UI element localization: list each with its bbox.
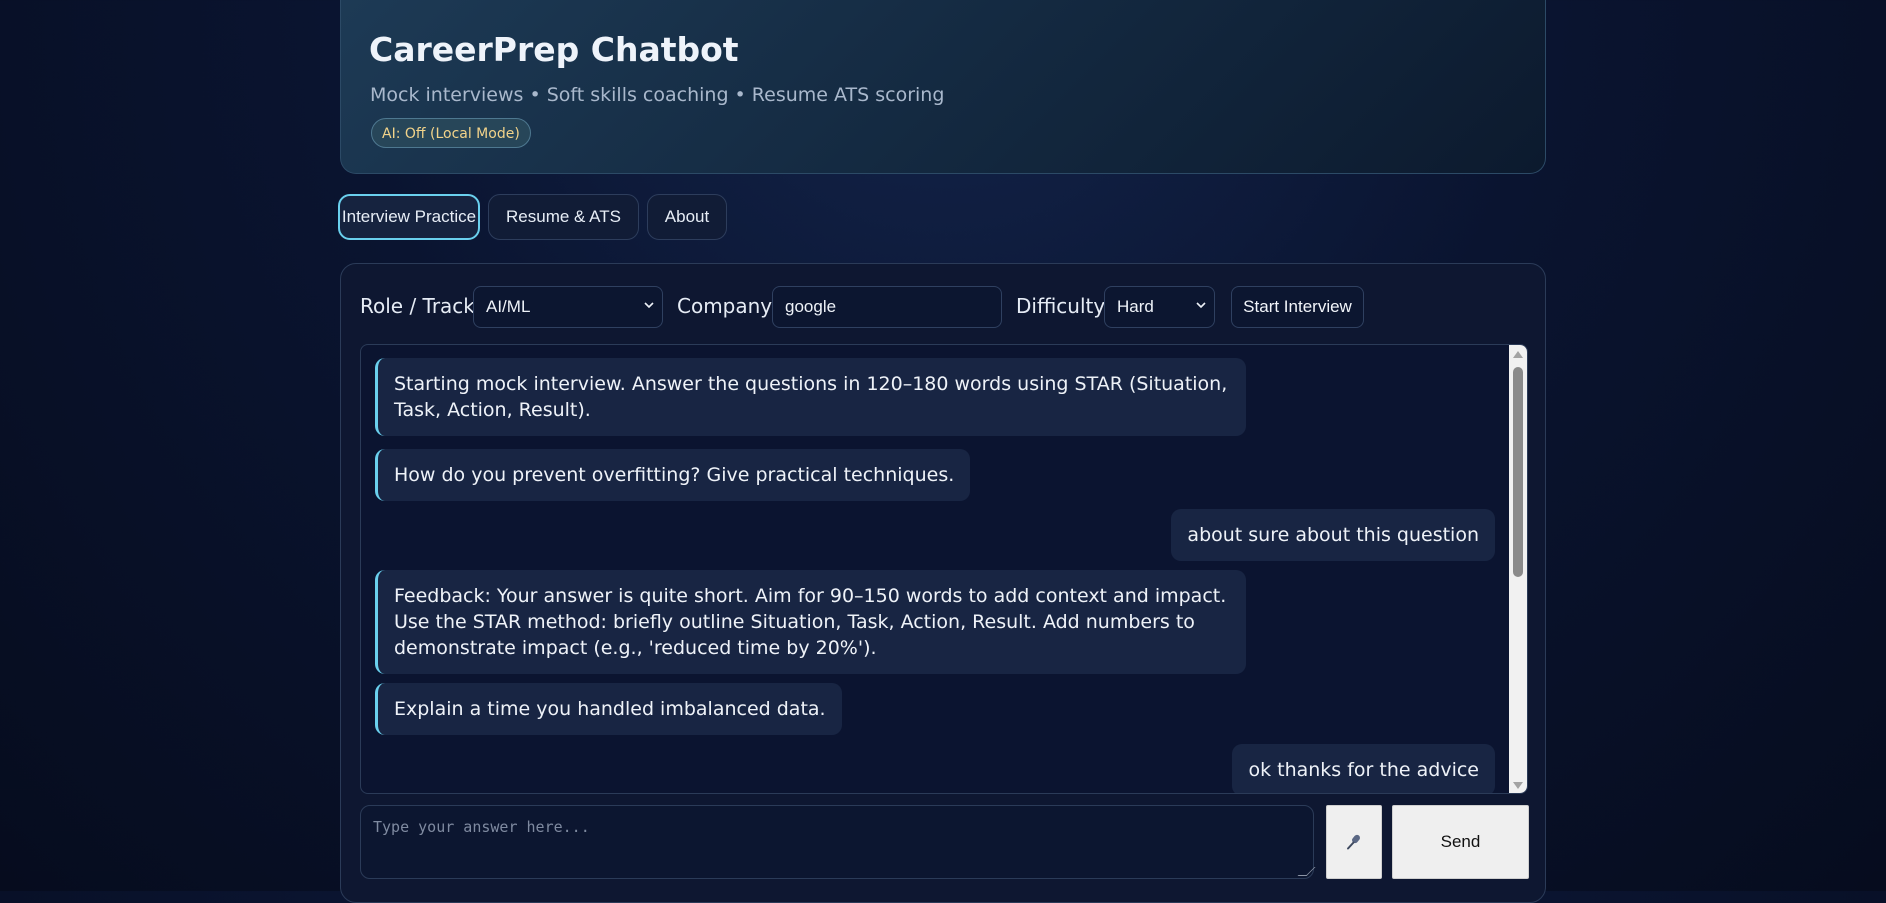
- send-button[interactable]: Send: [1392, 805, 1529, 879]
- mic-button[interactable]: [1326, 805, 1382, 879]
- company-input[interactable]: google: [772, 286, 1002, 328]
- microphone-icon: [1347, 834, 1360, 850]
- scrollbar-thumb[interactable]: [1513, 367, 1523, 577]
- ai-status-badge: AI: Off (Local Mode): [371, 118, 531, 148]
- tab-resume-ats[interactable]: Resume & ATS: [488, 194, 639, 240]
- difficulty-select[interactable]: Hard: [1104, 286, 1215, 328]
- app-subtitle: Mock interviews • Soft skills coaching •…: [370, 84, 945, 106]
- chevron-down-icon: [1196, 302, 1206, 309]
- difficulty-select-value: Hard: [1117, 297, 1154, 316]
- role-label: Role / Track:: [360, 294, 482, 318]
- role-select-value: AI/ML: [486, 297, 531, 316]
- chat-message-bot: Feedback: Your answer is quite short. Ai…: [375, 570, 1246, 674]
- role-select[interactable]: AI/ML: [473, 286, 663, 328]
- chat-message-bot: Explain a time you handled imbalanced da…: [375, 683, 842, 735]
- company-label: Company:: [677, 294, 778, 318]
- answer-textarea[interactable]: Type your answer here...: [360, 805, 1314, 879]
- app-title: CareerPrep Chatbot: [369, 30, 739, 69]
- textarea-resize-handle[interactable]: [1297, 867, 1316, 876]
- app-header: CareerPrep Chatbot Mock interviews • Sof…: [340, 0, 1546, 174]
- tab-about[interactable]: About: [647, 194, 727, 240]
- chat-message-user: ok thanks for the advice: [1232, 744, 1495, 793]
- chat-message-bot: Starting mock interview. Answer the ques…: [375, 358, 1246, 436]
- chat-scrollbar[interactable]: [1509, 345, 1527, 793]
- chat-log[interactable]: Starting mock interview. Answer the ques…: [360, 344, 1528, 794]
- tab-interview-practice[interactable]: Interview Practice: [338, 194, 480, 240]
- chevron-down-icon: [644, 302, 654, 309]
- scroll-down-arrow-icon[interactable]: [1513, 782, 1523, 789]
- chat-message-user: about sure about this question: [1171, 509, 1495, 561]
- difficulty-label: Difficulty:: [1016, 294, 1111, 318]
- chat-message-bot: How do you prevent overfitting? Give pra…: [375, 449, 971, 501]
- interview-panel: Role / Track: AI/ML Company: google Diff…: [340, 263, 1546, 903]
- scroll-up-arrow-icon[interactable]: [1513, 351, 1523, 358]
- start-interview-button[interactable]: Start Interview: [1231, 286, 1364, 328]
